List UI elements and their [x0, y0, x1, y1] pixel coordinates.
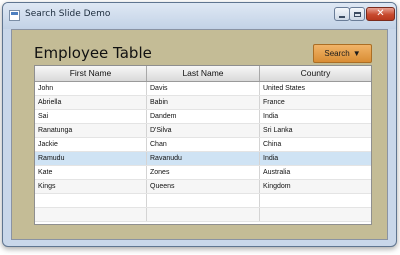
table-body: John Davis United States Abriella Babin Franc… [35, 82, 371, 222]
first-name-cell [35, 208, 147, 221]
window-title: Search Slide Demo [25, 9, 111, 19]
table-row[interactable]: Jackie Chan China [35, 138, 371, 152]
last-name-cell: Zones [147, 166, 260, 179]
country-cell: India [263, 113, 279, 120]
search-button[interactable]: Search ▼ [313, 44, 372, 63]
column-header-country[interactable]: Country [260, 66, 371, 81]
first-name-cell: Ranatunga [35, 124, 147, 137]
table-row[interactable]: Sai Dandem India [35, 110, 371, 124]
first-name-cell: Kings [35, 180, 147, 193]
table-row[interactable] [35, 208, 371, 222]
employee-table[interactable]: First Name Last Name Country John Davis Un… [34, 65, 372, 225]
caret-down-icon: ▼ [352, 48, 361, 58]
first-name-cell: Sai [35, 110, 147, 123]
table-header: First Name Last Name Country [35, 66, 371, 82]
country-cell: Kingdom [263, 183, 291, 190]
column-header-first-name[interactable]: First Name [35, 66, 147, 81]
last-name-cell: Ravanudu [147, 152, 260, 165]
maximize-button[interactable] [349, 7, 365, 21]
table-row[interactable]: Kings Queens Kingdom [35, 180, 371, 194]
first-name-cell [35, 194, 147, 207]
close-button[interactable]: ✕ [366, 7, 395, 21]
first-name-cell: Jackie [35, 138, 147, 151]
title-bar[interactable]: Search Slide Demo ✕ [3, 3, 396, 29]
first-name-cell: Ramudu [35, 152, 147, 165]
search-button-label: Search [324, 49, 350, 58]
last-name-cell: D'Silva [147, 124, 260, 137]
table-row[interactable] [35, 194, 371, 208]
country-cell [260, 194, 371, 207]
first-name-cell: Abriella [35, 96, 147, 109]
maximize-icon [353, 11, 361, 17]
column-header-last-name[interactable]: Last Name [147, 66, 260, 81]
page-title: Employee Table [34, 44, 152, 62]
content-panel: Employee Table Search ▼ First Name Last … [11, 29, 388, 240]
country-cell: United States [263, 85, 306, 92]
minimize-button[interactable] [334, 7, 350, 21]
close-icon: ✕ [376, 8, 385, 19]
country-cell: France [263, 99, 285, 106]
table-row[interactable]: John Davis United States [35, 82, 371, 96]
country-cell [260, 208, 371, 221]
last-name-cell: Queens [147, 180, 260, 193]
country-cell: Sri Lanka [263, 127, 293, 134]
last-name-cell: Davis [147, 82, 260, 95]
last-name-cell [147, 208, 260, 221]
table-row-selected[interactable]: Ramudu Ravanudu India [35, 152, 371, 166]
last-name-cell: Babin [147, 96, 260, 109]
country-cell: Australia [263, 169, 291, 176]
minimize-icon [339, 15, 345, 18]
country-cell: India [263, 155, 279, 162]
last-name-cell: Chan [147, 138, 260, 151]
app-icon [9, 10, 20, 21]
last-name-cell: Dandem [147, 110, 260, 123]
table-row[interactable]: Ranatunga D'Silva Sri Lanka [35, 124, 371, 138]
first-name-cell: John [35, 82, 147, 95]
first-name-cell: Kate [35, 166, 147, 179]
table-row[interactable]: Kate Zones Australia [35, 166, 371, 180]
table-row[interactable]: Abriella Babin France [35, 96, 371, 110]
last-name-cell [147, 194, 260, 207]
country-cell: China [263, 141, 282, 148]
app-window: Search Slide Demo ✕ Employee Table Searc… [2, 2, 397, 247]
